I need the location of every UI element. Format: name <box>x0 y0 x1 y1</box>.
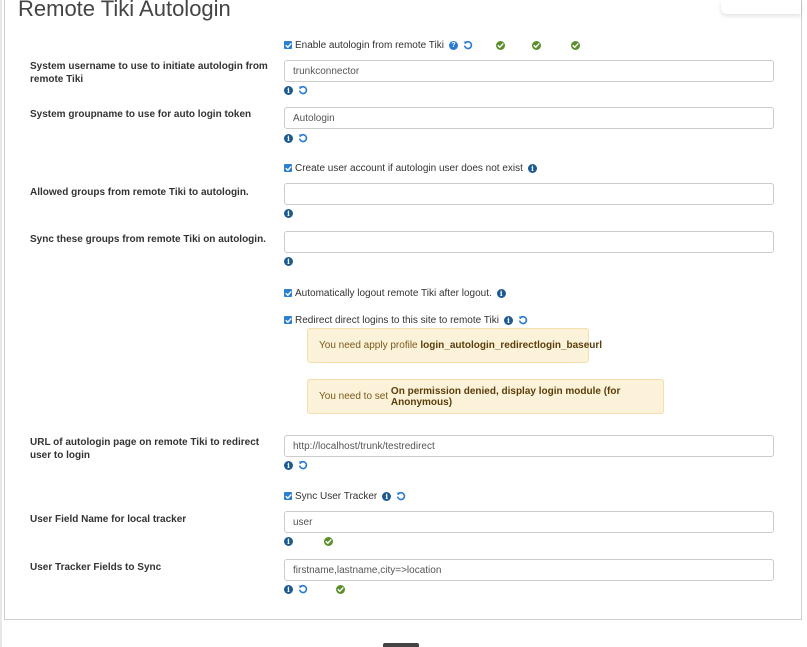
sync-groups-input[interactable] <box>284 231 774 253</box>
allowed-groups-input[interactable] <box>284 183 774 205</box>
sync-tracker-label: Sync User Tracker <box>295 490 378 502</box>
groupname-label: System groupname to use for auto login t… <box>30 109 252 120</box>
check-icon <box>336 584 345 594</box>
info-icon[interactable]: i <box>284 460 293 470</box>
url-input[interactable]: http://localhost/trunk/testredirect <box>284 435 774 457</box>
tracker-fields-label: User Tracker Fields to Sync <box>30 562 162 573</box>
info-icon[interactable]: i <box>284 256 293 266</box>
outer-edge <box>0 0 2 647</box>
info-icon[interactable]: i <box>284 208 293 218</box>
user-field-label: User Field Name for local tracker <box>30 514 187 525</box>
check-icon <box>324 536 333 546</box>
username-input[interactable]: trunkconnector <box>284 60 774 82</box>
check-icon <box>495 40 505 50</box>
enable-autologin-label: Enable autologin from remote Tiki <box>295 39 444 51</box>
info-icon[interactable]: i <box>284 536 293 546</box>
bottom-tab-handle[interactable] <box>383 643 419 647</box>
sync-tracker-row: Sync User Tracker i <box>284 490 406 502</box>
user-field-icons: i <box>284 535 333 547</box>
reset-icon[interactable] <box>298 85 308 95</box>
permission-warning: You need to set On permission denied, di… <box>307 379 664 414</box>
help-icon[interactable]: ? <box>448 40 458 50</box>
url-label: URL of autologin page on remote Tiki to … <box>30 437 260 461</box>
groupname-input[interactable]: Autologin <box>284 107 774 129</box>
info-icon[interactable]: i <box>382 491 392 501</box>
allowed-groups-label: Allowed groups from remote Tiki to autol… <box>30 187 249 198</box>
reset-icon[interactable] <box>298 460 308 470</box>
auto-logout-row: Automatically logout remote Tiki after l… <box>284 287 506 299</box>
username-icons: i <box>284 84 308 96</box>
create-user-label: Create user account if autologin user do… <box>295 162 523 174</box>
redirect-label: Redirect direct logins to this site to r… <box>295 314 499 326</box>
reset-icon[interactable] <box>298 584 308 594</box>
tracker-fields-icons: i <box>284 583 345 595</box>
check-icon <box>570 40 580 50</box>
auto-logout-checkbox[interactable] <box>284 289 292 297</box>
sync-groups-icons: i <box>284 255 293 267</box>
reset-icon[interactable] <box>518 315 528 325</box>
url-icons: i <box>284 459 308 471</box>
reset-icon[interactable] <box>396 491 406 501</box>
warning-setting-name: On permission denied, display login modu… <box>390 385 621 408</box>
info-icon[interactable]: i <box>527 163 537 173</box>
info-icon[interactable]: i <box>284 133 293 143</box>
tracker-fields-input[interactable]: firstname,lastname,city=>location <box>284 559 774 581</box>
warning-text: You need to set <box>319 391 391 402</box>
auto-logout-label: Automatically logout remote Tiki after l… <box>295 287 492 299</box>
allowed-groups-icons: i <box>284 207 293 219</box>
username-label: System username to use to initiate autol… <box>30 61 268 85</box>
redirect-row: Redirect direct logins to this site to r… <box>284 314 528 326</box>
info-icon[interactable]: i <box>284 85 293 95</box>
redirect-checkbox[interactable] <box>284 316 292 324</box>
reset-icon[interactable] <box>463 40 473 50</box>
warning-profile-name: login_autologin_redirectlogin_baseurl <box>420 340 603 351</box>
reset-icon[interactable] <box>298 133 308 143</box>
info-icon[interactable]: i <box>284 584 293 594</box>
info-icon[interactable]: i <box>503 315 513 325</box>
tab-shadow <box>721 0 801 14</box>
page-title: Remote Tiki Autologin <box>18 0 231 21</box>
user-field-input[interactable]: user <box>284 511 774 533</box>
warning-text: You need apply profile <box>319 340 421 351</box>
enable-autologin-checkbox[interactable] <box>284 41 292 49</box>
sync-tracker-checkbox[interactable] <box>284 492 292 500</box>
create-user-row: Create user account if autologin user do… <box>284 162 537 174</box>
sync-groups-label: Sync these groups from remote Tiki on au… <box>30 234 266 245</box>
check-icon <box>531 40 541 50</box>
create-user-checkbox[interactable] <box>284 164 292 172</box>
enable-autologin-row: Enable autologin from remote Tiki ? <box>284 39 580 51</box>
profile-warning: You need apply profile login_autologin_r… <box>307 328 602 363</box>
info-icon[interactable]: i <box>496 288 506 298</box>
groupname-icons: i <box>284 132 308 144</box>
